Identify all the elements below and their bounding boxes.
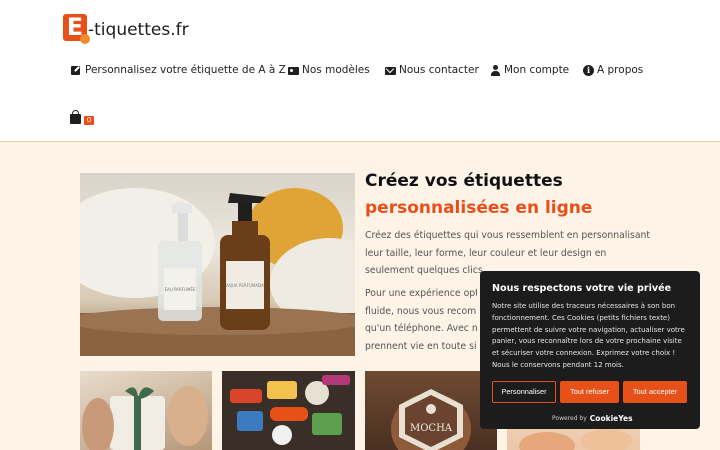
logo-e-mark: E bbox=[63, 14, 90, 44]
nav-label: Personnalisez votre étiquette de A à Z bbox=[85, 64, 286, 76]
id-card-icon bbox=[288, 65, 299, 76]
nav-label: A propos bbox=[597, 64, 644, 76]
cookie-consent-banner: Nous respectons votre vie privée Notre s… bbox=[480, 271, 700, 429]
hero-recommendation-line: Pour une expérience optim bbox=[365, 288, 477, 299]
mocha-label-photo[interactable]: MOCHA bbox=[365, 371, 497, 450]
hero-recommendation: Pour une expérience optim fluide, nous v… bbox=[365, 285, 477, 351]
cookie-text: Notre site utilise des traceurs nécessai… bbox=[492, 302, 685, 369]
edit-icon bbox=[71, 65, 82, 76]
nav-apropos[interactable]: i A propos bbox=[583, 64, 643, 76]
hero-recommendation-line: qu'un téléphone. Avec notr bbox=[365, 323, 477, 334]
customize-button[interactable]: Personnaliser bbox=[492, 381, 556, 403]
nav-label: Nous contacter bbox=[399, 64, 479, 76]
gift-wrap-illustration bbox=[82, 386, 208, 450]
bottle-label-text: EAU PARFUMÉE bbox=[165, 287, 196, 292]
nav-compte[interactable]: Mon compte bbox=[490, 64, 569, 76]
hero-title-line1: Créez vos étiquettes bbox=[365, 171, 563, 191]
site-logo[interactable]: E -tiquettes.fr bbox=[63, 11, 189, 44]
gift-wrap-photo[interactable] bbox=[80, 371, 212, 450]
hero-title-line2: personnalisées en ligne bbox=[365, 198, 593, 218]
mocha-label-illustration: MOCHA bbox=[391, 389, 471, 450]
powered-by-label: Powered by bbox=[552, 415, 587, 422]
info-icon: i bbox=[583, 64, 594, 76]
stickers-photo[interactable] bbox=[222, 371, 355, 450]
cart-count-badge: 0 bbox=[84, 116, 94, 125]
logo-text: -tiquettes.fr bbox=[88, 20, 189, 40]
refuse-all-button[interactable]: Tout refuser bbox=[560, 381, 619, 403]
nav-contact[interactable]: Nous contacter bbox=[385, 64, 479, 76]
mocha-caption: MOCHA bbox=[410, 423, 453, 434]
bottle-label-text: AQUA PERFUMADA bbox=[226, 283, 264, 288]
envelope-icon bbox=[385, 65, 396, 76]
accept-all-button[interactable]: Tout accepter bbox=[623, 381, 687, 403]
nav-modeles[interactable]: Nos modèles bbox=[288, 64, 370, 76]
user-icon bbox=[490, 64, 501, 76]
cookie-powered-by[interactable]: Powered by CookieYes bbox=[552, 414, 633, 423]
cart-button[interactable]: 0 bbox=[70, 110, 96, 127]
nav-label: Mon compte bbox=[504, 64, 570, 76]
cookie-buttons: Personnaliser Tout refuser Tout accepter bbox=[492, 381, 687, 403]
hero-recommendation-line: prennent vie en toute simpl bbox=[365, 340, 477, 352]
cookieyes-brand: CookieYes bbox=[589, 414, 633, 423]
hero-bottles-illustration: EAU PARFUMÉE AQUA PERFUMADA bbox=[80, 188, 355, 356]
cookie-title: Nous respectons votre vie privée bbox=[492, 283, 672, 294]
hero-recommendation-line: fluide, nous vous recomma bbox=[365, 305, 477, 317]
shopping-bag-icon bbox=[70, 110, 81, 124]
hero-title: Créez vos étiquettes personnalisées en l… bbox=[365, 170, 592, 220]
stickers-illustration bbox=[230, 375, 350, 445]
nav-label: Nos modèles bbox=[302, 64, 370, 76]
hero-image: EAU PARFUMÉE AQUA PERFUMADA bbox=[80, 173, 355, 356]
nav-personnalisez[interactable]: Personnalisez votre étiquette de A à Z bbox=[71, 64, 286, 76]
site-header: E -tiquettes.fr Personnalisez votre étiq… bbox=[0, 0, 720, 142]
